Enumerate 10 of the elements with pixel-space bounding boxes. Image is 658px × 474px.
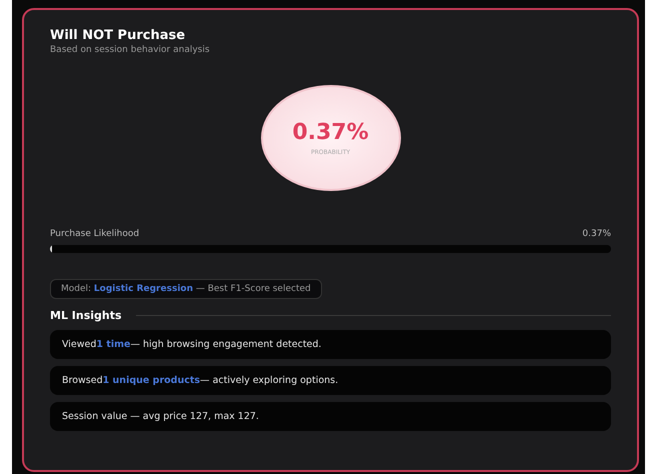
likelihood-label: Purchase Likelihood [50,229,140,239]
probability-value: 0.37% [292,120,369,145]
insights-heading: ML Insights [50,309,122,322]
insight-row: Session value — avg price 127, max 127. [50,402,611,431]
insight-row: Viewed 1 time— high browsing engagement detected. [50,330,611,359]
insight-row: Browsed1 unique products— actively exploring options. [50,366,611,395]
model-note: Model: Logistic Regression — Best F1-Score selected [50,279,322,299]
result-subtitle: Based on session behavior analysis [50,45,211,55]
result-title: Will NOT Purchase [50,28,186,43]
likelihood-reading: 0.37% [582,229,611,239]
